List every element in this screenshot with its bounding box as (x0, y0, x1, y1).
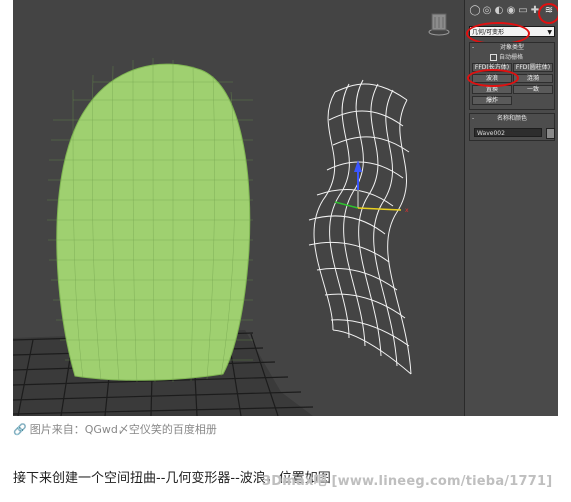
collapse-icon: - (472, 44, 475, 51)
image-caption: 🔗 图片来自：QGwd〆空仪笑的百度相册 (13, 422, 217, 438)
ffd-cyl-button[interactable]: FFD(圆柱体) (513, 63, 553, 72)
helpers-icon[interactable]: ▭ (517, 5, 529, 17)
name-color-title: 名称和颜色 (496, 115, 527, 122)
lights-icon[interactable]: ◐ (493, 5, 505, 17)
highlight-oval-wave (467, 69, 519, 87)
wave-spacewarp-gizmo[interactable] (308, 79, 412, 375)
command-panel: ◯ ◎ ◐ ◉ ▭ ✚ ≋ 几何/可变形 ▼ - 对象类型 自动栅格 FFD(长… (464, 0, 558, 416)
screenshot-3dsmax: x ◯ ◎ ◐ ◉ ▭ ✚ ≋ 几何/可变形 ▼ - 对象类型 自动栅格 FFD… (13, 0, 558, 416)
auto-grid-checkbox[interactable]: 自动栅格 (490, 54, 523, 61)
conform-button[interactable]: 一致 (513, 85, 553, 94)
transform-gizmo[interactable]: x (334, 160, 409, 214)
collapse-icon: - (472, 115, 475, 122)
link-icon: 🔗 (13, 423, 27, 436)
object-type-rollout-header[interactable]: - 对象类型 (470, 43, 554, 52)
object-color-swatch[interactable] (546, 128, 555, 139)
chevron-down-icon: ▼ (547, 29, 552, 36)
watermark-text: 3Dmax吧 [www.lineeg.com/tieba/1771] (262, 474, 553, 489)
object-name-field[interactable]: Wave002 (474, 128, 542, 137)
shapes-icon[interactable]: ◎ (481, 5, 493, 17)
svg-text:x: x (405, 207, 409, 214)
viewport-scene: x (13, 57, 412, 416)
cameras-icon[interactable]: ◉ (505, 5, 517, 17)
name-color-rollout: - 名称和颜色 Wave002 (469, 113, 555, 141)
name-color-rollout-header[interactable]: - 名称和颜色 (470, 114, 554, 123)
auto-grid-label: 自动栅格 (499, 54, 524, 61)
ripple-button[interactable]: 涟漪 (513, 74, 553, 83)
sphere-create-icon[interactable]: ◯ (469, 5, 481, 17)
perspective-viewport[interactable]: x (13, 0, 464, 416)
highlight-circle (538, 3, 558, 24)
viewcube-icon[interactable] (427, 11, 451, 37)
bomb-button[interactable]: 爆炸 (472, 96, 512, 105)
egg-mesh (47, 57, 253, 383)
object-type-title: 对象类型 (499, 44, 524, 51)
caption-prefix: 图片来自： (29, 423, 85, 436)
caption-author[interactable]: QGwd〆空仪笑的百度相册 (85, 423, 217, 436)
checkbox-icon (490, 54, 497, 61)
